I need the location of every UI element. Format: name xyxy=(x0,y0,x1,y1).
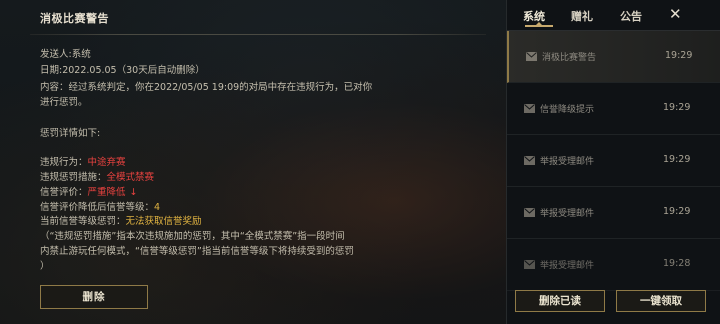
credit-value: 严重降低 xyxy=(87,187,126,198)
mail-item-3[interactable]: 举报受理邮件 19:29 xyxy=(507,135,720,187)
tab-gifts[interactable]: 赠礼 xyxy=(571,8,593,24)
mail-title: 消极比赛警告 xyxy=(40,12,109,25)
note-line-2: 内禁止游玩任何模式，“信誉等级惩罚”指当前信誉等级下将持续受到的惩罚 xyxy=(40,246,354,257)
measure-value: 全模式禁赛 xyxy=(106,172,155,183)
current-level-line: 当前信誉等级惩罚：无法获取信誉奖励 xyxy=(40,213,202,227)
mail-time: 19:29 xyxy=(665,50,693,61)
claim-all-button[interactable]: 一键领取 xyxy=(616,290,706,312)
date-label: 日期: xyxy=(40,65,63,76)
mail-icon xyxy=(524,208,535,217)
mail-tabs: 系统 赠礼 公告 ✕ xyxy=(507,0,720,30)
violation-value: 中途弃赛 xyxy=(87,157,126,168)
credit-label: 信誉评价： xyxy=(40,187,88,198)
level-drop-label: 信誉评价降低后信誉等级： xyxy=(40,202,155,213)
mail-icon xyxy=(526,52,537,61)
content-line-1: 内容：经过系统判定，你在2022/05/05 19:09的对局中存在违规行为，已… xyxy=(40,82,373,93)
date-line: 日期:2022.05.05（30天后自动删除） xyxy=(40,62,205,76)
delete-button[interactable]: 删除 xyxy=(40,285,148,309)
mail-sidebar: 系统 赠礼 公告 ✕ 消极比赛警告 19:29 信誉降级提示 19:29 举报受… xyxy=(506,0,720,324)
tab-announcements[interactable]: 公告 xyxy=(620,8,642,24)
active-tab-indicator xyxy=(525,25,553,27)
mail-subject: 举报受理邮件 xyxy=(540,209,595,219)
sender-line: 发送人:系统 xyxy=(40,46,91,60)
current-level-label: 当前信誉等级惩罚： xyxy=(40,216,126,227)
mail-item-5[interactable]: 举报受理邮件 19:28 xyxy=(507,239,720,291)
down-arrow-icon: ↓ xyxy=(129,187,138,198)
mail-time: 19:29 xyxy=(663,206,691,217)
level-drop-value: 4 xyxy=(154,202,161,213)
note-line-1: （“违规惩罚措施”指本次违规施加的惩罚，其中“全模式禁赛”指一段时间 xyxy=(40,231,345,242)
mail-time: 19:29 xyxy=(663,154,691,165)
title-divider xyxy=(30,34,486,35)
credit-line: 信誉评价：严重降低 ↓ xyxy=(40,184,138,198)
mail-item-4[interactable]: 举报受理邮件 19:29 xyxy=(507,187,720,239)
mail-detail-panel: 消极比赛警告 发送人:系统 日期:2022.05.05（30天后自动删除） 内容… xyxy=(0,0,506,324)
mail-subject: 消极比赛警告 xyxy=(542,53,597,63)
sender-label: 发送人: xyxy=(40,49,72,60)
mail-list: 消极比赛警告 19:29 信誉降级提示 19:29 举报受理邮件 19:29 举… xyxy=(507,31,720,291)
mail-time: 19:29 xyxy=(663,102,691,113)
mail-subject: 举报受理邮件 xyxy=(540,261,595,271)
penalty-header: 惩罚详情如下: xyxy=(40,128,101,139)
violation-label: 违规行为： xyxy=(40,157,88,168)
content-line-2: 进行惩罚。 xyxy=(40,97,88,108)
mail-icon xyxy=(524,104,535,113)
mail-icon xyxy=(524,156,535,165)
level-drop-line: 信誉评价降低后信誉等级：4 xyxy=(40,199,160,213)
measure-line: 违规惩罚措施：全模式禁赛 xyxy=(40,169,154,183)
violation-line: 违规行为：中途弃赛 xyxy=(40,154,126,168)
mail-icon xyxy=(524,260,535,269)
mail-subject: 信誉降级提示 xyxy=(540,105,595,115)
date-note: （30天后自动删除） xyxy=(116,65,205,76)
sender-value: 系统 xyxy=(71,49,91,60)
current-level-value: 无法获取信誉奖励 xyxy=(125,216,202,227)
mail-time: 19:28 xyxy=(663,258,691,269)
date-value: 2022.05.05 xyxy=(62,65,117,76)
close-icon[interactable]: ✕ xyxy=(669,5,682,23)
mail-item-1[interactable]: 消极比赛警告 19:29 xyxy=(507,31,720,83)
mail-item-2[interactable]: 信誉降级提示 19:29 xyxy=(507,83,720,135)
mail-subject: 举报受理邮件 xyxy=(540,157,595,167)
delete-read-button[interactable]: 删除已读 xyxy=(515,290,605,312)
note-line-3: ） xyxy=(40,261,50,272)
measure-label: 违规惩罚措施： xyxy=(40,172,107,183)
